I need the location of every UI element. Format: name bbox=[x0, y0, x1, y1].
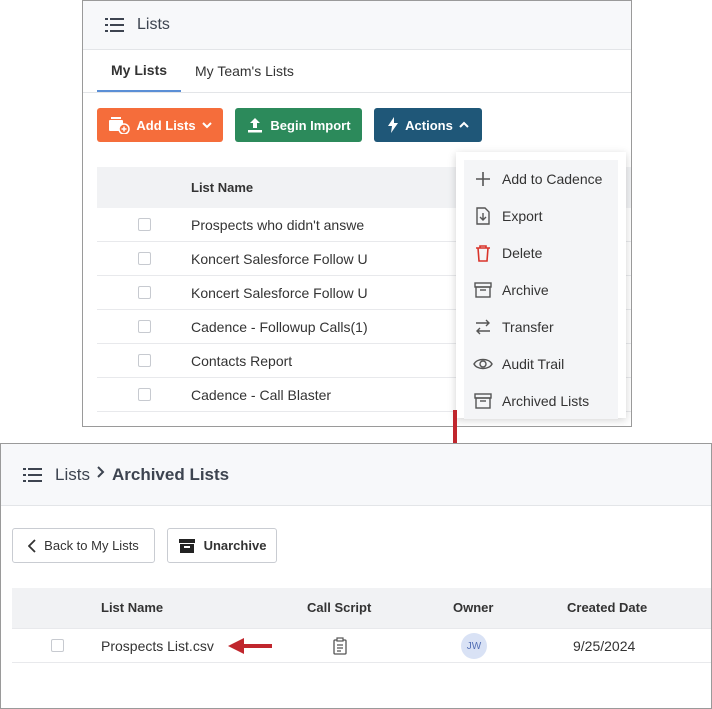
owner-avatar: JW bbox=[461, 633, 487, 659]
list-name-cell[interactable]: Cadence - Followup Calls(1) bbox=[191, 319, 368, 335]
menu-item-archived-lists[interactable]: Archived Lists bbox=[464, 382, 618, 419]
archived-lists-table: List Name Call Script Owner Created Date… bbox=[12, 588, 711, 663]
menu-item-transfer[interactable]: Transfer bbox=[464, 308, 618, 345]
breadcrumb-current: Archived Lists bbox=[111, 464, 230, 484]
add-list-icon bbox=[109, 117, 131, 134]
begin-import-button[interactable]: Begin Import bbox=[235, 108, 362, 142]
transfer-icon bbox=[473, 317, 493, 337]
column-created-date: Created Date bbox=[567, 600, 648, 615]
archive-icon bbox=[473, 280, 493, 300]
menu-item-add-to-cadence[interactable]: Add to Cadence bbox=[464, 160, 618, 197]
chevron-left-icon bbox=[28, 538, 36, 553]
bolt-icon bbox=[388, 117, 399, 133]
unarchive-label: Unarchive bbox=[203, 538, 267, 553]
menu-item-label: Delete bbox=[502, 244, 543, 261]
menu-item-label: Add to Cadence bbox=[502, 170, 603, 187]
tab-my-lists[interactable]: My Lists bbox=[97, 50, 182, 92]
row-checkbox[interactable] bbox=[138, 388, 151, 401]
menu-item-delete[interactable]: Delete bbox=[464, 234, 618, 271]
row-checkbox[interactable] bbox=[51, 639, 64, 652]
archive-box-icon bbox=[473, 391, 493, 411]
row-checkbox[interactable] bbox=[138, 320, 151, 333]
back-label: Back to My Lists bbox=[44, 538, 139, 553]
export-icon bbox=[473, 206, 493, 226]
column-list-name: List Name bbox=[101, 600, 164, 615]
menu-item-label: Archived Lists bbox=[502, 392, 590, 409]
menu-item-export[interactable]: Export bbox=[464, 197, 618, 234]
list-tabs: My Lists My Team's Lists bbox=[83, 50, 631, 93]
lists-page-panel: Lists My Lists My Team's Lists Add Lists… bbox=[82, 0, 632, 427]
created-date-cell: 9/25/2024 bbox=[573, 638, 636, 654]
row-checkbox[interactable] bbox=[138, 218, 151, 231]
archived-lists-panel: Lists Archived Lists Back to My Lists Un… bbox=[0, 443, 712, 709]
lists-header: Lists bbox=[83, 1, 631, 50]
menu-item-label: Transfer bbox=[502, 318, 554, 335]
page-title: Lists bbox=[137, 16, 170, 33]
tab-my-teams-lists[interactable]: My Team's Lists bbox=[181, 50, 308, 92]
upload-icon bbox=[248, 118, 263, 133]
row-checkbox[interactable] bbox=[138, 286, 151, 299]
add-lists-button[interactable]: Add Lists bbox=[97, 108, 223, 142]
breadcrumb-lists[interactable]: Lists bbox=[55, 465, 90, 485]
list-name-cell[interactable]: Prospects List.csv bbox=[101, 638, 214, 654]
actions-dropdown-menu: Add to Cadence Export Delete Archive Tra… bbox=[456, 152, 626, 419]
list-name-cell[interactable]: Cadence - Call Blaster bbox=[191, 387, 331, 403]
table-header: List Name Call Script Owner Created Date bbox=[12, 588, 711, 628]
list-name-cell[interactable]: Contacts Report bbox=[191, 353, 292, 369]
unarchive-button[interactable]: Unarchive bbox=[167, 528, 277, 563]
archive-icon bbox=[178, 538, 195, 553]
menu-item-label: Export bbox=[502, 207, 543, 224]
menu-item-archive[interactable]: Archive bbox=[464, 271, 618, 308]
table-row[interactable]: Prospects List.csv JW 9/25/2024 bbox=[12, 628, 711, 663]
list-icon bbox=[105, 17, 125, 33]
eye-icon bbox=[473, 354, 493, 374]
list-icon bbox=[23, 467, 43, 483]
plus-icon bbox=[473, 169, 493, 189]
row-checkbox[interactable] bbox=[138, 252, 151, 265]
menu-item-label: Audit Trail bbox=[502, 355, 565, 372]
begin-import-label: Begin Import bbox=[270, 117, 351, 133]
menu-item-audit-trail[interactable]: Audit Trail bbox=[464, 345, 618, 382]
actions-label: Actions bbox=[405, 117, 453, 133]
breadcrumb: Lists Archived Lists bbox=[1, 444, 711, 506]
left-arrow-annotation bbox=[228, 638, 272, 654]
menu-item-label: Archive bbox=[502, 281, 549, 298]
clipboard-icon[interactable] bbox=[332, 637, 348, 655]
chevron-up-icon bbox=[459, 121, 469, 128]
column-owner: Owner bbox=[453, 600, 494, 615]
row-checkbox[interactable] bbox=[138, 354, 151, 367]
list-name-cell[interactable]: Koncert Salesforce Follow U bbox=[191, 285, 368, 301]
chevron-right-icon bbox=[96, 465, 106, 484]
chevron-down-icon bbox=[201, 122, 212, 129]
column-call-script: Call Script bbox=[307, 600, 372, 615]
add-lists-label: Add Lists bbox=[136, 117, 196, 133]
back-to-my-lists-button[interactable]: Back to My Lists bbox=[12, 528, 155, 563]
actions-button[interactable]: Actions bbox=[374, 108, 482, 142]
list-name-cell[interactable]: Koncert Salesforce Follow U bbox=[191, 251, 368, 267]
column-list-name: List Name bbox=[191, 180, 254, 195]
list-name-cell[interactable]: Prospects who didn't answe bbox=[191, 217, 364, 233]
trash-icon bbox=[473, 243, 493, 263]
